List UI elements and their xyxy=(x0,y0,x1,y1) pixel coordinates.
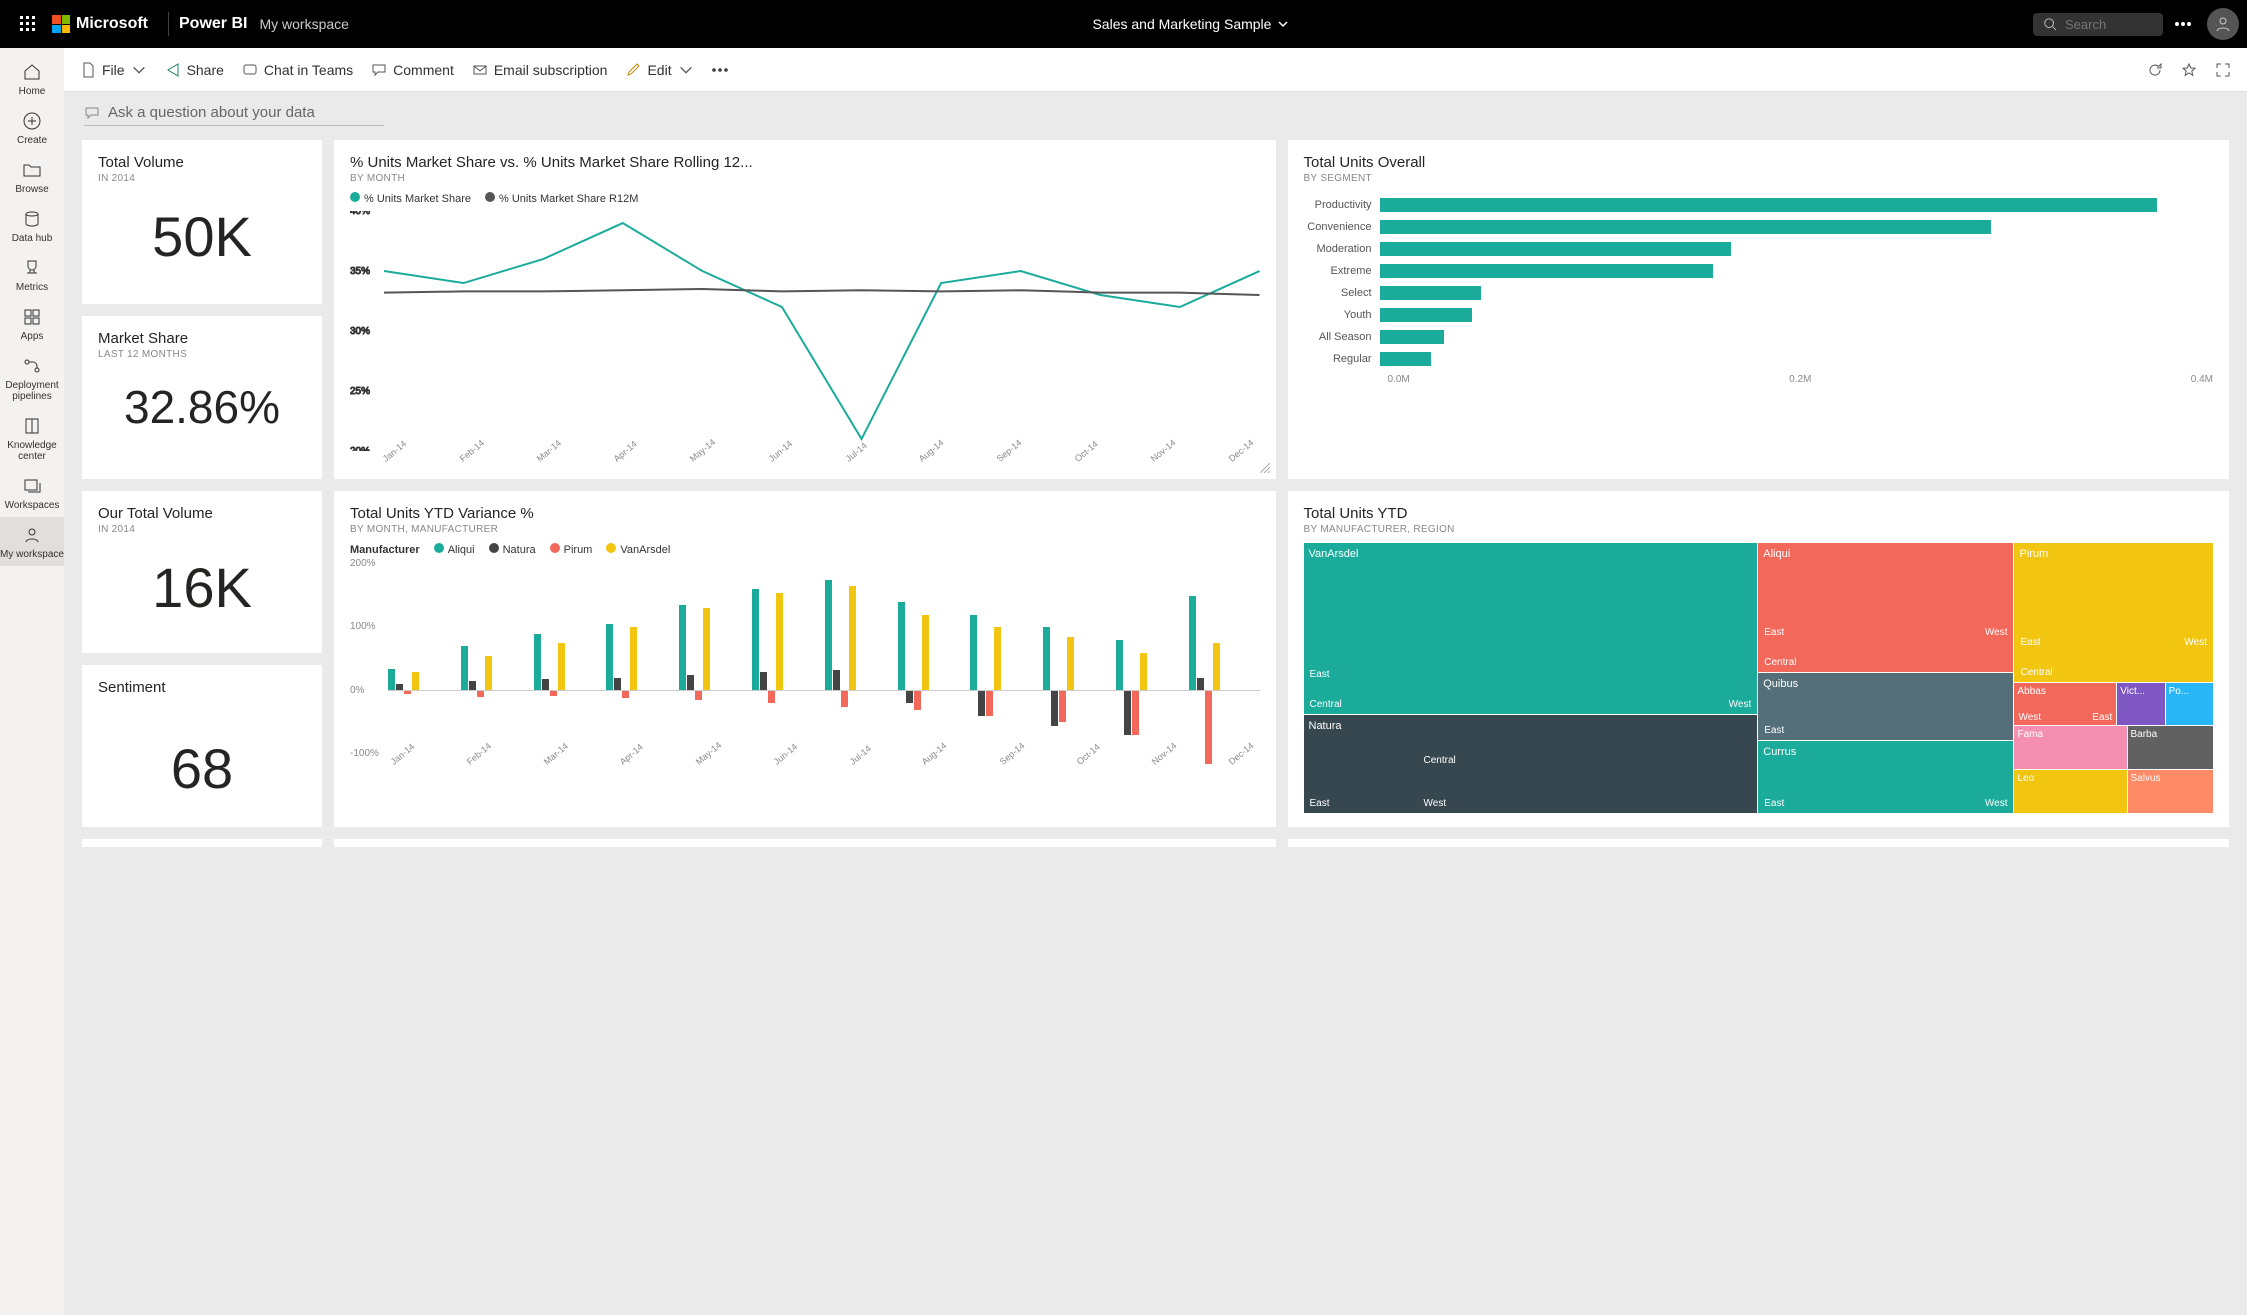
tile-title: Market Share xyxy=(98,330,306,347)
qa-placeholder: Ask a question about your data xyxy=(108,104,315,121)
tile-total-volume[interactable]: Total Volume IN 2014 50K xyxy=(82,140,322,304)
chevron-down-icon xyxy=(131,62,147,78)
search-icon xyxy=(2043,17,2057,31)
tile-title: Sentiment xyxy=(98,679,306,696)
svg-text:40%: 40% xyxy=(350,211,370,217)
x-axis-labels: Jan-14Feb-14Mar-14Apr-14May-14Jun-14Jul-… xyxy=(350,758,1260,768)
nav-apps[interactable]: Apps xyxy=(0,299,64,348)
nav-deployment-pipelines[interactable]: Deployment pipelines xyxy=(0,348,64,408)
tile-title: Total Units YTD xyxy=(1304,505,2214,522)
tile-subtitle: BY MONTH xyxy=(350,173,1260,184)
svg-text:35%: 35% xyxy=(350,266,370,277)
treemap-chart: VanArsdel East Central West Natura East … xyxy=(1304,543,2214,813)
tile-treemap[interactable]: Total Units YTD BY MANUFACTURER, REGION … xyxy=(1288,491,2230,827)
kpi-value: 16K xyxy=(98,535,306,630)
microsoft-logo: Microsoft xyxy=(52,15,148,33)
resize-handle-icon xyxy=(1260,463,1270,473)
user-avatar[interactable] xyxy=(2207,8,2239,40)
tile-subtitle: BY SEGMENT xyxy=(1304,173,2214,184)
tile-placeholder[interactable] xyxy=(1288,839,2230,847)
kpi-value: 68 xyxy=(98,696,306,811)
hbar-chart: ProductivityConvenienceModerationExtreme… xyxy=(1304,198,2214,366)
grouped-bar-chart xyxy=(350,564,1260,754)
tile-vbar-chart[interactable]: Total Units YTD Variance % BY MONTH, MAN… xyxy=(334,491,1276,827)
tile-title: Our Total Volume xyxy=(98,505,306,522)
refresh-button[interactable] xyxy=(2147,62,2163,78)
tile-subtitle: IN 2014 xyxy=(98,173,306,184)
workspace-name[interactable]: My workspace xyxy=(259,16,348,32)
comment-button[interactable]: Comment xyxy=(371,62,454,78)
tile-market-share[interactable]: Market Share LAST 12 MONTHS 32.86% xyxy=(82,316,322,480)
email-subscription-button[interactable]: Email subscription xyxy=(472,62,608,78)
file-menu[interactable]: File xyxy=(80,62,147,78)
more-options[interactable] xyxy=(2163,22,2203,26)
nav-browse[interactable]: Browse xyxy=(0,152,64,201)
nav-data-hub[interactable]: Data hub xyxy=(0,201,64,250)
nav-create[interactable]: Create xyxy=(0,103,64,152)
chart-legend: Manufacturer Aliqui Natura Pirum VanArsd… xyxy=(350,543,1260,556)
qa-input[interactable]: Ask a question about your data xyxy=(84,104,384,126)
tile-subtitle: LAST 12 MONTHS xyxy=(98,349,306,360)
search-field[interactable] xyxy=(2065,17,2145,32)
favorite-button[interactable] xyxy=(2181,62,2197,78)
action-bar: File Share Chat in Teams Comment Email s… xyxy=(64,48,2247,92)
left-nav: HomeCreateBrowseData hubMetricsAppsDeplo… xyxy=(0,48,64,1315)
x-axis-labels: Jan-14Feb-14Mar-14Apr-14May-14Jun-14Jul-… xyxy=(350,455,1260,465)
tile-subtitle: BY MANUFACTURER, REGION xyxy=(1304,524,2214,535)
nav-home[interactable]: Home xyxy=(0,54,64,103)
kpi-value: 32.86% xyxy=(98,360,306,444)
svg-text:20%: 20% xyxy=(350,446,370,451)
tile-subtitle: IN 2014 xyxy=(98,524,306,535)
report-title-dropdown[interactable]: Sales and Marketing Sample xyxy=(349,16,2033,32)
tile-title: % Units Market Share vs. % Units Market … xyxy=(350,154,1260,171)
tile-line-chart[interactable]: % Units Market Share vs. % Units Market … xyxy=(334,140,1276,479)
nav-knowledge-center[interactable]: Knowledge center xyxy=(0,408,64,468)
share-button[interactable]: Share xyxy=(165,62,224,78)
search-input[interactable] xyxy=(2033,13,2163,36)
chat-icon xyxy=(84,105,100,121)
tile-title: Total Volume xyxy=(98,154,306,171)
kpi-value: 50K xyxy=(98,184,306,279)
tile-title: Total Units YTD Variance % xyxy=(350,505,1260,522)
tile-hbar-chart[interactable]: Total Units Overall BY SEGMENT Productiv… xyxy=(1288,140,2230,479)
tile-placeholder[interactable] xyxy=(82,839,322,847)
line-chart: 20% 25% 30% 35% 40% xyxy=(350,211,1260,451)
edit-button[interactable]: Edit xyxy=(625,62,693,78)
fullscreen-button[interactable] xyxy=(2215,62,2231,78)
chevron-down-icon xyxy=(1277,18,1289,30)
tile-our-volume[interactable]: Our Total Volume IN 2014 16K xyxy=(82,491,322,653)
chart-legend: % Units Market Share % Units Market Shar… xyxy=(350,192,1260,205)
divider xyxy=(168,12,169,36)
svg-text:25%: 25% xyxy=(350,386,370,397)
tile-title: Total Units Overall xyxy=(1304,154,2214,171)
product-brand: Power BI xyxy=(179,15,247,33)
report-title-label: Sales and Marketing Sample xyxy=(1092,16,1271,32)
chat-teams-button[interactable]: Chat in Teams xyxy=(242,62,353,78)
tile-subtitle: BY MONTH, MANUFACTURER xyxy=(350,524,1260,535)
tile-sentiment[interactable]: Sentiment 68 xyxy=(82,665,322,827)
nav-my-workspace[interactable]: My workspace xyxy=(0,517,64,566)
x-axis-labels: 0.0M0.2M0.4M xyxy=(1304,374,2214,385)
tile-placeholder[interactable] xyxy=(334,839,1276,847)
actionbar-more[interactable] xyxy=(712,62,728,78)
nav-workspaces[interactable]: Workspaces xyxy=(0,468,64,517)
app-launcher[interactable] xyxy=(8,16,48,32)
chevron-down-icon xyxy=(678,62,694,78)
svg-text:30%: 30% xyxy=(350,326,370,337)
nav-metrics[interactable]: Metrics xyxy=(0,250,64,299)
